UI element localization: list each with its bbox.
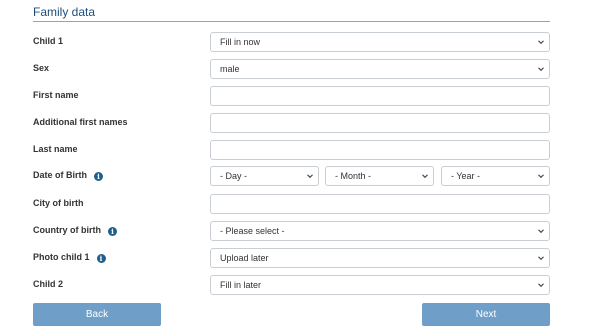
last-name-input[interactable] — [210, 140, 550, 160]
photo-child-1-value: Upload later — [220, 253, 269, 263]
dob-day-select[interactable]: - Day - — [210, 166, 319, 186]
chevron-down-icon — [538, 282, 544, 288]
dob-year-select[interactable]: - Year - — [441, 166, 550, 186]
row-first-name: First name — [33, 86, 550, 106]
city-of-birth-label: City of birth — [33, 198, 84, 208]
child-1-value: Fill in now — [220, 37, 261, 47]
row-child-2: Child 2 Fill in later — [33, 275, 550, 295]
chevron-down-icon — [538, 173, 544, 179]
row-last-name: Last name — [33, 140, 550, 160]
sex-select[interactable]: male — [210, 59, 550, 79]
section-title: Family data — [33, 5, 96, 19]
last-name-label: Last name — [33, 144, 78, 154]
child-2-select[interactable]: Fill in later — [210, 275, 550, 295]
next-button[interactable]: Next — [422, 303, 550, 326]
row-country-of-birth: Country of birth i - Please select - — [33, 221, 550, 241]
date-of-birth-label-wrap: Date of Birth i — [33, 170, 103, 181]
photo-child-1-label: Photo child 1 — [33, 252, 90, 262]
row-photo-child-1: Photo child 1 i Upload later — [33, 248, 550, 268]
row-child-1: Child 1 Fill in now — [33, 32, 550, 52]
row-city-of-birth: City of birth — [33, 194, 550, 214]
info-icon[interactable]: i — [96, 254, 106, 263]
section-divider — [33, 21, 550, 22]
chevron-down-icon — [538, 255, 544, 261]
child-1-label: Child 1 — [33, 36, 64, 46]
country-of-birth-select[interactable]: - Please select - — [210, 221, 550, 241]
additional-first-names-input[interactable] — [210, 113, 550, 133]
additional-first-names-label: Additional first names — [33, 117, 128, 127]
country-of-birth-label: Country of birth — [33, 225, 101, 235]
chevron-down-icon — [538, 66, 544, 72]
date-of-birth-label: Date of Birth — [33, 170, 87, 180]
photo-child-1-label-wrap: Photo child 1 i — [33, 252, 106, 263]
row-date-of-birth: Date of Birth i - Day - - Month - - Year … — [33, 166, 550, 186]
dob-month-select[interactable]: - Month - — [325, 166, 434, 186]
country-of-birth-value: - Please select - — [220, 226, 285, 236]
sex-value: male — [220, 64, 240, 74]
row-additional-first-names: Additional first names — [33, 113, 550, 133]
country-of-birth-label-wrap: Country of birth i — [33, 225, 117, 236]
chevron-down-icon — [307, 173, 313, 179]
dob-year-value: - Year - — [451, 171, 481, 181]
info-icon[interactable]: i — [94, 172, 103, 181]
back-button[interactable]: Back — [33, 303, 161, 326]
first-name-input[interactable] — [210, 86, 550, 106]
first-name-label: First name — [33, 90, 79, 100]
city-of-birth-input[interactable] — [210, 194, 550, 214]
child-2-label: Child 2 — [33, 279, 64, 289]
chevron-down-icon — [538, 39, 544, 45]
child-2-value: Fill in later — [220, 280, 262, 290]
child-1-select[interactable]: Fill in now — [210, 32, 550, 52]
sex-label: Sex — [33, 63, 50, 73]
info-icon[interactable]: i — [108, 227, 117, 236]
dob-month-value: - Month - — [335, 171, 372, 181]
row-sex: Sex male — [33, 59, 550, 79]
dob-day-value: - Day - — [220, 171, 247, 181]
chevron-down-icon — [538, 228, 544, 234]
photo-child-1-select[interactable]: Upload later — [210, 248, 550, 268]
chevron-down-icon — [422, 173, 428, 179]
